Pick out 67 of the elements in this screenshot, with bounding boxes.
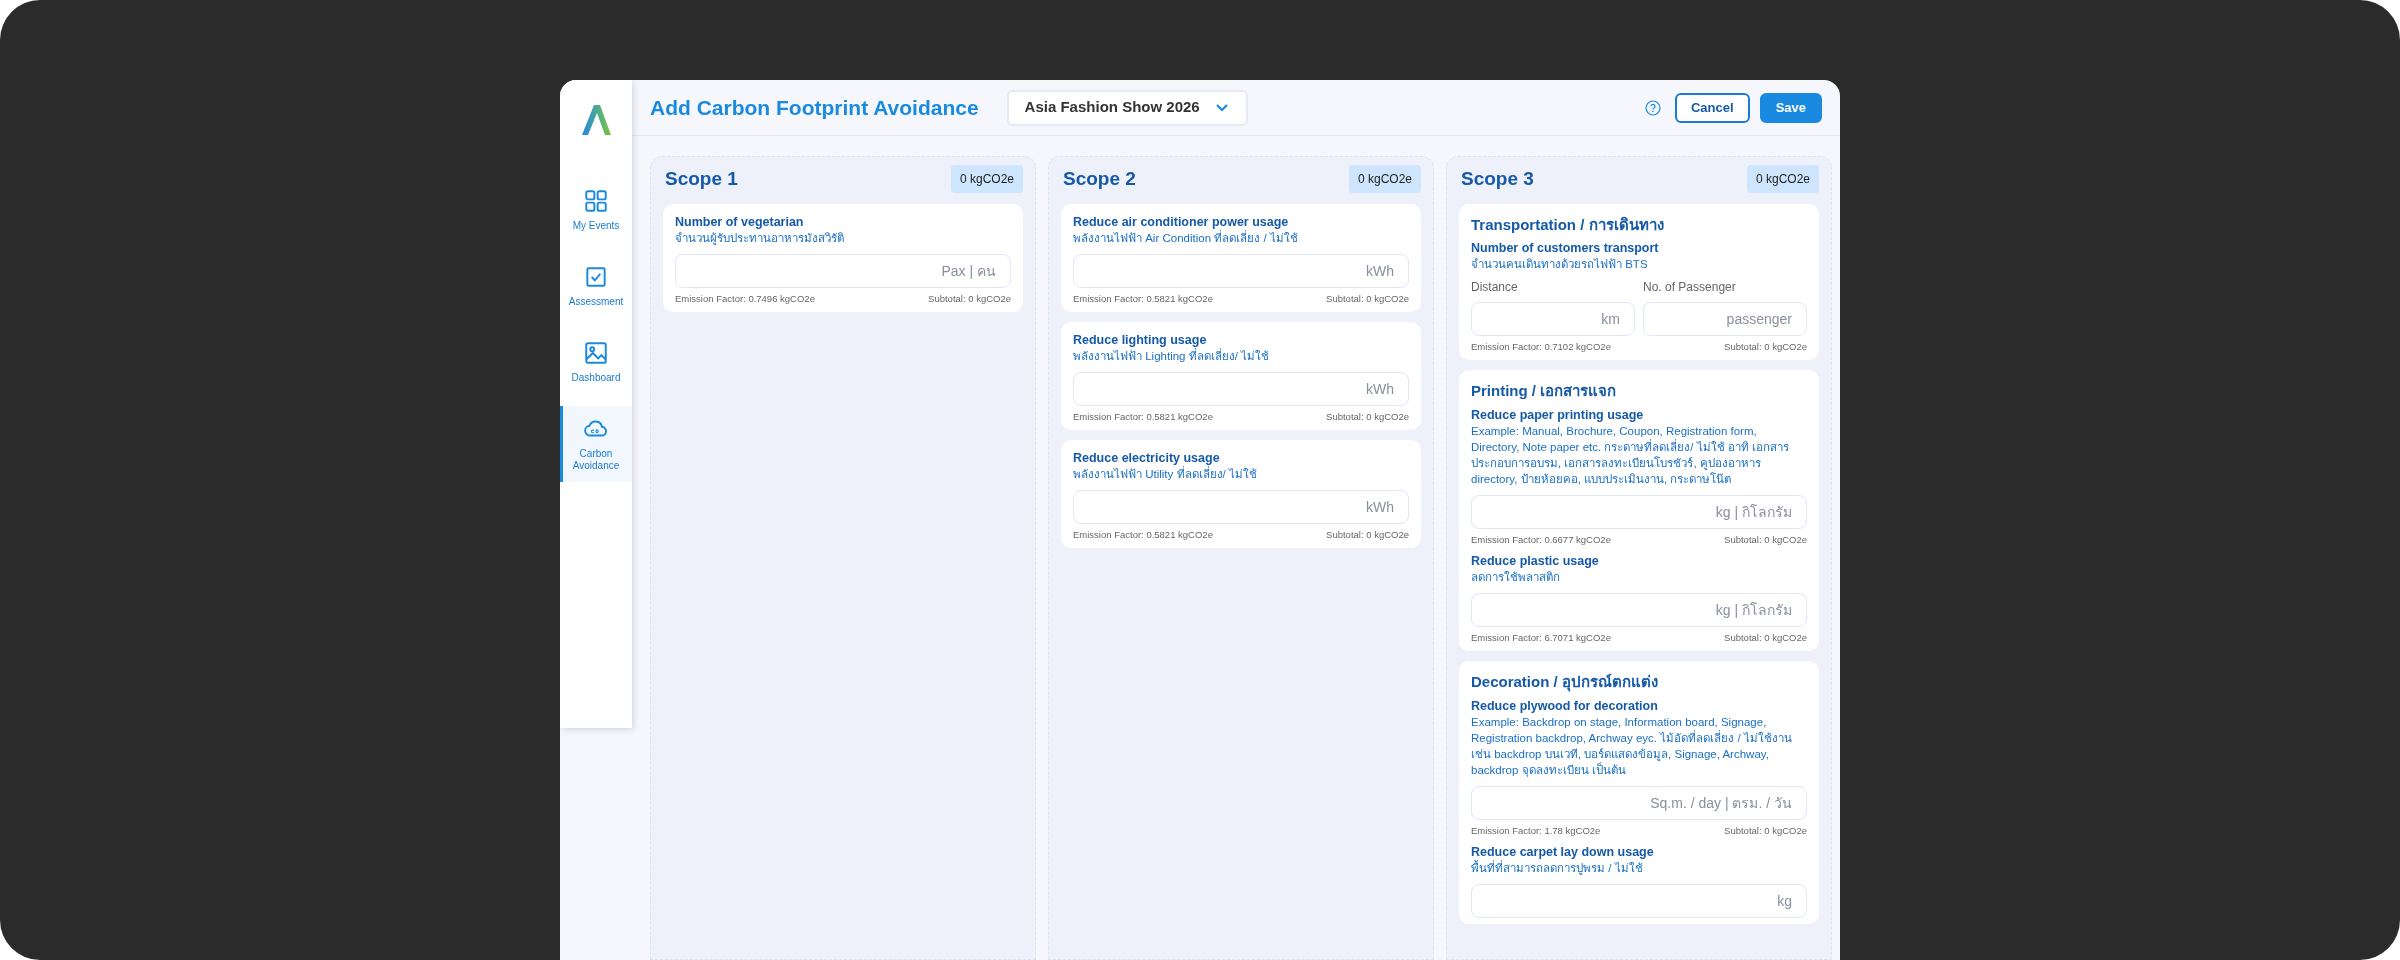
group-heading: Decoration / อุปกรณ์ตกแต่ง: [1471, 672, 1659, 694]
sidebar-item[interactable]: My Events: [560, 178, 632, 242]
item-title: Number of customers transport: [1471, 240, 1660, 256]
item-title: Reduce plywood for decoration: [1471, 697, 1659, 714]
scope-title: Scope 3: [1460, 167, 1534, 191]
subtotal: Subtotal: 0 kgCO2e: [1724, 532, 1807, 547]
sidebar-item[interactable]: Dashboard: [560, 330, 632, 394]
field-label: Distance: [1471, 279, 1519, 296]
item-description: พื้นที่ที่สามารถลดการปูพรม / ไม่ใช้: [1471, 860, 1807, 876]
event-dropdown[interactable]: Asia Fashion Show 2026: [1006, 89, 1248, 126]
item-title: Reduce paper printing usage: [1471, 406, 1645, 423]
item-title: Reduce electricity usage: [1073, 450, 1221, 466]
item-description: พลังงานไฟฟ้า Utility ที่ลดเลี่ยง/ ไม่ใช้: [1073, 466, 1258, 482]
sidebar-item[interactable]: Assessment: [560, 254, 632, 318]
page-title: Add Carbon Footprint Avoidance: [650, 94, 979, 121]
group-heading: Printing / เอกสารแจก: [1471, 381, 1618, 402]
item-description: Example: Backdrop on stage, Information board, Signage, Registration backdrop, Archway eyc. ไม้อัดที่ลดเลี่ยง / ไม่ใช้งาน เช่น backdrop บนเวที, บอร์ดแสดงข้อมูล, Signage, Archway, backdrop จุดลงทะเบียน เป็นต้น: [1471, 714, 1793, 778]
emission-factor: Emission Factor: 0.7496 kgCO2e: [675, 291, 815, 306]
item-title: Reduce air conditioner power usage: [1073, 213, 1290, 229]
input-field[interactable]: Pax | คน: [675, 253, 1011, 288]
grid-icon: [583, 188, 609, 214]
input-field[interactable]: kWh: [1073, 253, 1409, 288]
emission-factor: Emission Factor: 0.7102 kgCO2e: [1471, 340, 1611, 354]
subtotal: Subtotal: 0 kgCO2e: [1326, 409, 1409, 424]
emission-factor: Emission Factor: 0.5821 kgCO2e: [1073, 409, 1213, 424]
item-title: Reduce plastic usage: [1471, 553, 1600, 569]
item-title: Reduce carpet lay down usage: [1471, 844, 1655, 859]
subtotal: Subtotal: 0 kgCO2e: [1724, 631, 1807, 645]
sidebar-item[interactable]: Carbon Avoidance: [560, 406, 632, 482]
item-description: จำนวนผู้รับประทานอาหารมังสวิรัติ: [675, 230, 845, 246]
scope-title: Scope 2: [1062, 167, 1136, 191]
input-field[interactable]: kg | กิโลกรัม: [1471, 494, 1807, 529]
field-label: No. of Passenger: [1643, 279, 1737, 296]
input-field[interactable]: passenger: [1643, 302, 1807, 336]
emission-factor: Emission Factor: 6.7071 kgCO2e: [1471, 631, 1611, 645]
help-icon[interactable]: [1645, 99, 1661, 116]
input-field[interactable]: kg | กิโลกรัม: [1471, 593, 1807, 627]
item-description: พลังงานไฟฟ้า Lighting ที่ลดเลี่ยง/ ไม่ใช้: [1073, 347, 1409, 364]
image-icon: [583, 340, 609, 366]
subtotal: Subtotal: 0 kgCO2e: [1326, 291, 1409, 306]
total-badge: 0 kgCO2e: [1746, 165, 1819, 194]
input-field[interactable]: km: [1471, 302, 1635, 336]
item-description: พลังงานไฟฟ้า Air Condition ที่ลดเลี่ยง / ไม่ใช้: [1073, 229, 1409, 246]
save-button[interactable]: Save: [1759, 92, 1822, 123]
subtotal: Subtotal: 0 kgCO2e: [1724, 340, 1807, 354]
input-field[interactable]: Sq.m. / day | ตรม. / วัน: [1471, 785, 1807, 820]
cancel-button[interactable]: Cancel: [1675, 92, 1750, 123]
checkbox-icon: [583, 264, 609, 290]
emission-factor: Emission Factor: 0.5821 kgCO2e: [1073, 528, 1213, 542]
input-field[interactable]: kg: [1471, 884, 1807, 918]
input-field[interactable]: kWh: [1073, 371, 1409, 406]
emission-factor: Emission Factor: 1.78 kgCO2e: [1471, 823, 1601, 838]
emission-factor: Emission Factor: 0.6677 kgCO2e: [1471, 532, 1611, 547]
item-description: จำนวนคนเดินทางด้วยรถไฟฟ้า BTS: [1471, 257, 1649, 272]
item-title: Reduce lighting usage: [1073, 331, 1207, 347]
scope-title: Scope 1: [664, 167, 738, 191]
subtotal: Subtotal: 0 kgCO2e: [1326, 528, 1409, 542]
item-title: Number of vegetarian: [675, 213, 805, 230]
group-heading: Transportation / การเดินทาง: [1471, 214, 1665, 235]
subtotal: Subtotal: 0 kgCO2e: [1724, 823, 1807, 838]
total-badge: 0 kgCO2e: [950, 165, 1023, 194]
emission-factor: Emission Factor: 0.5821 kgCO2e: [1073, 291, 1213, 306]
total-badge: 0 kgCO2e: [1348, 165, 1421, 194]
input-field[interactable]: kWh: [1073, 490, 1409, 524]
subtotal: Subtotal: 0 kgCO2e: [928, 291, 1011, 306]
item-description: ลดการใช้พลาสติก: [1471, 570, 1561, 585]
item-description: Example: Manual, Brochure, Coupon, Registration form, Directory, Note paper etc. กระดาษที่ลดเลี่ยง/ ไม่ใช้ อาทิ เอกสารประกอบการอบรม, เอกสารลงทะเบียนโบรชัวร์, คูปองอาหาร directory, ป้ายห้อยคอ, แบบประเมินงาน, กระดาษโน๊ต: [1471, 423, 1791, 487]
